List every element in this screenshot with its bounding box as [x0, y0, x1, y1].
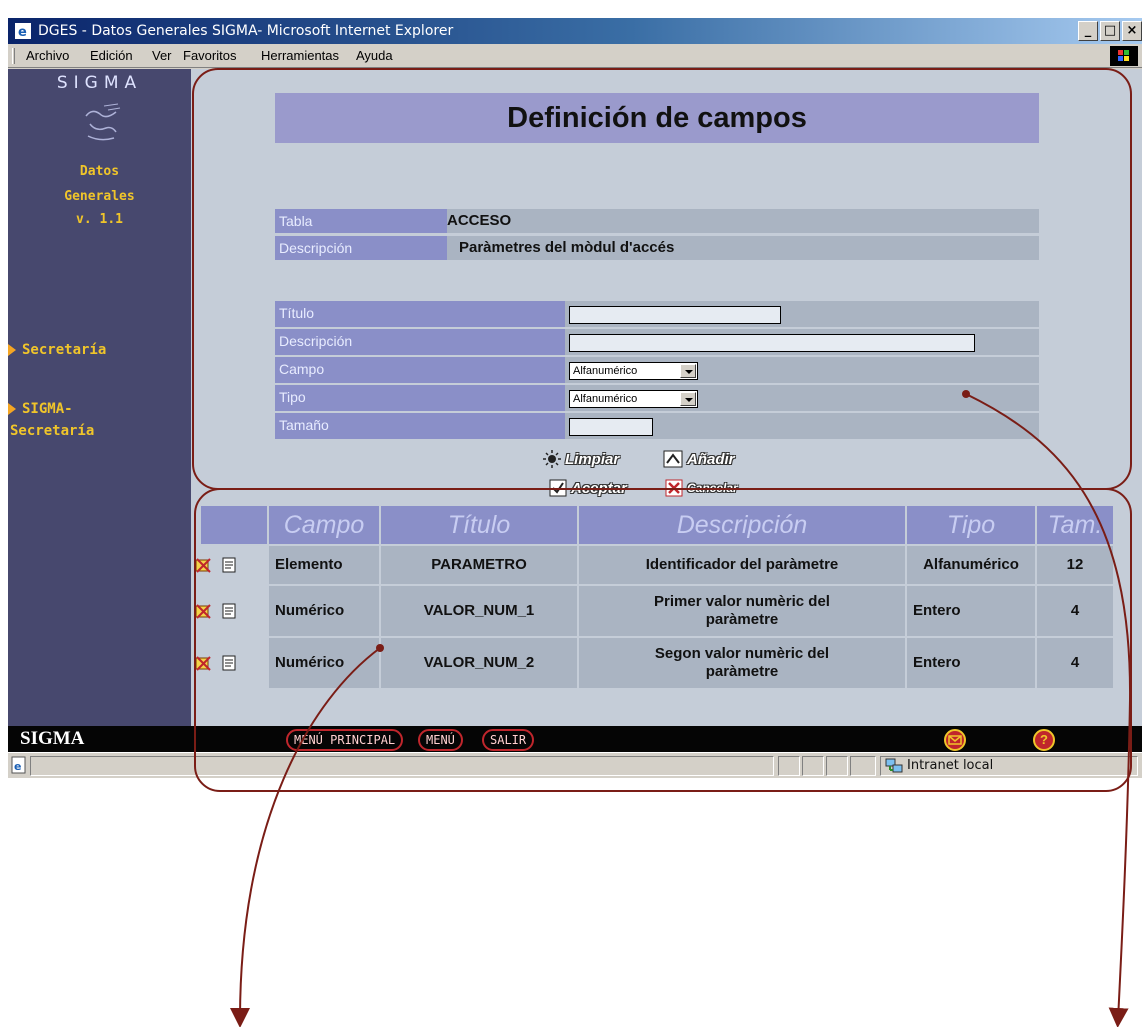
annotation-arrows: [230, 390, 1132, 1027]
annotation-arrow-left: [230, 647, 381, 1027]
annotation-arrow-right: [965, 393, 1132, 1027]
